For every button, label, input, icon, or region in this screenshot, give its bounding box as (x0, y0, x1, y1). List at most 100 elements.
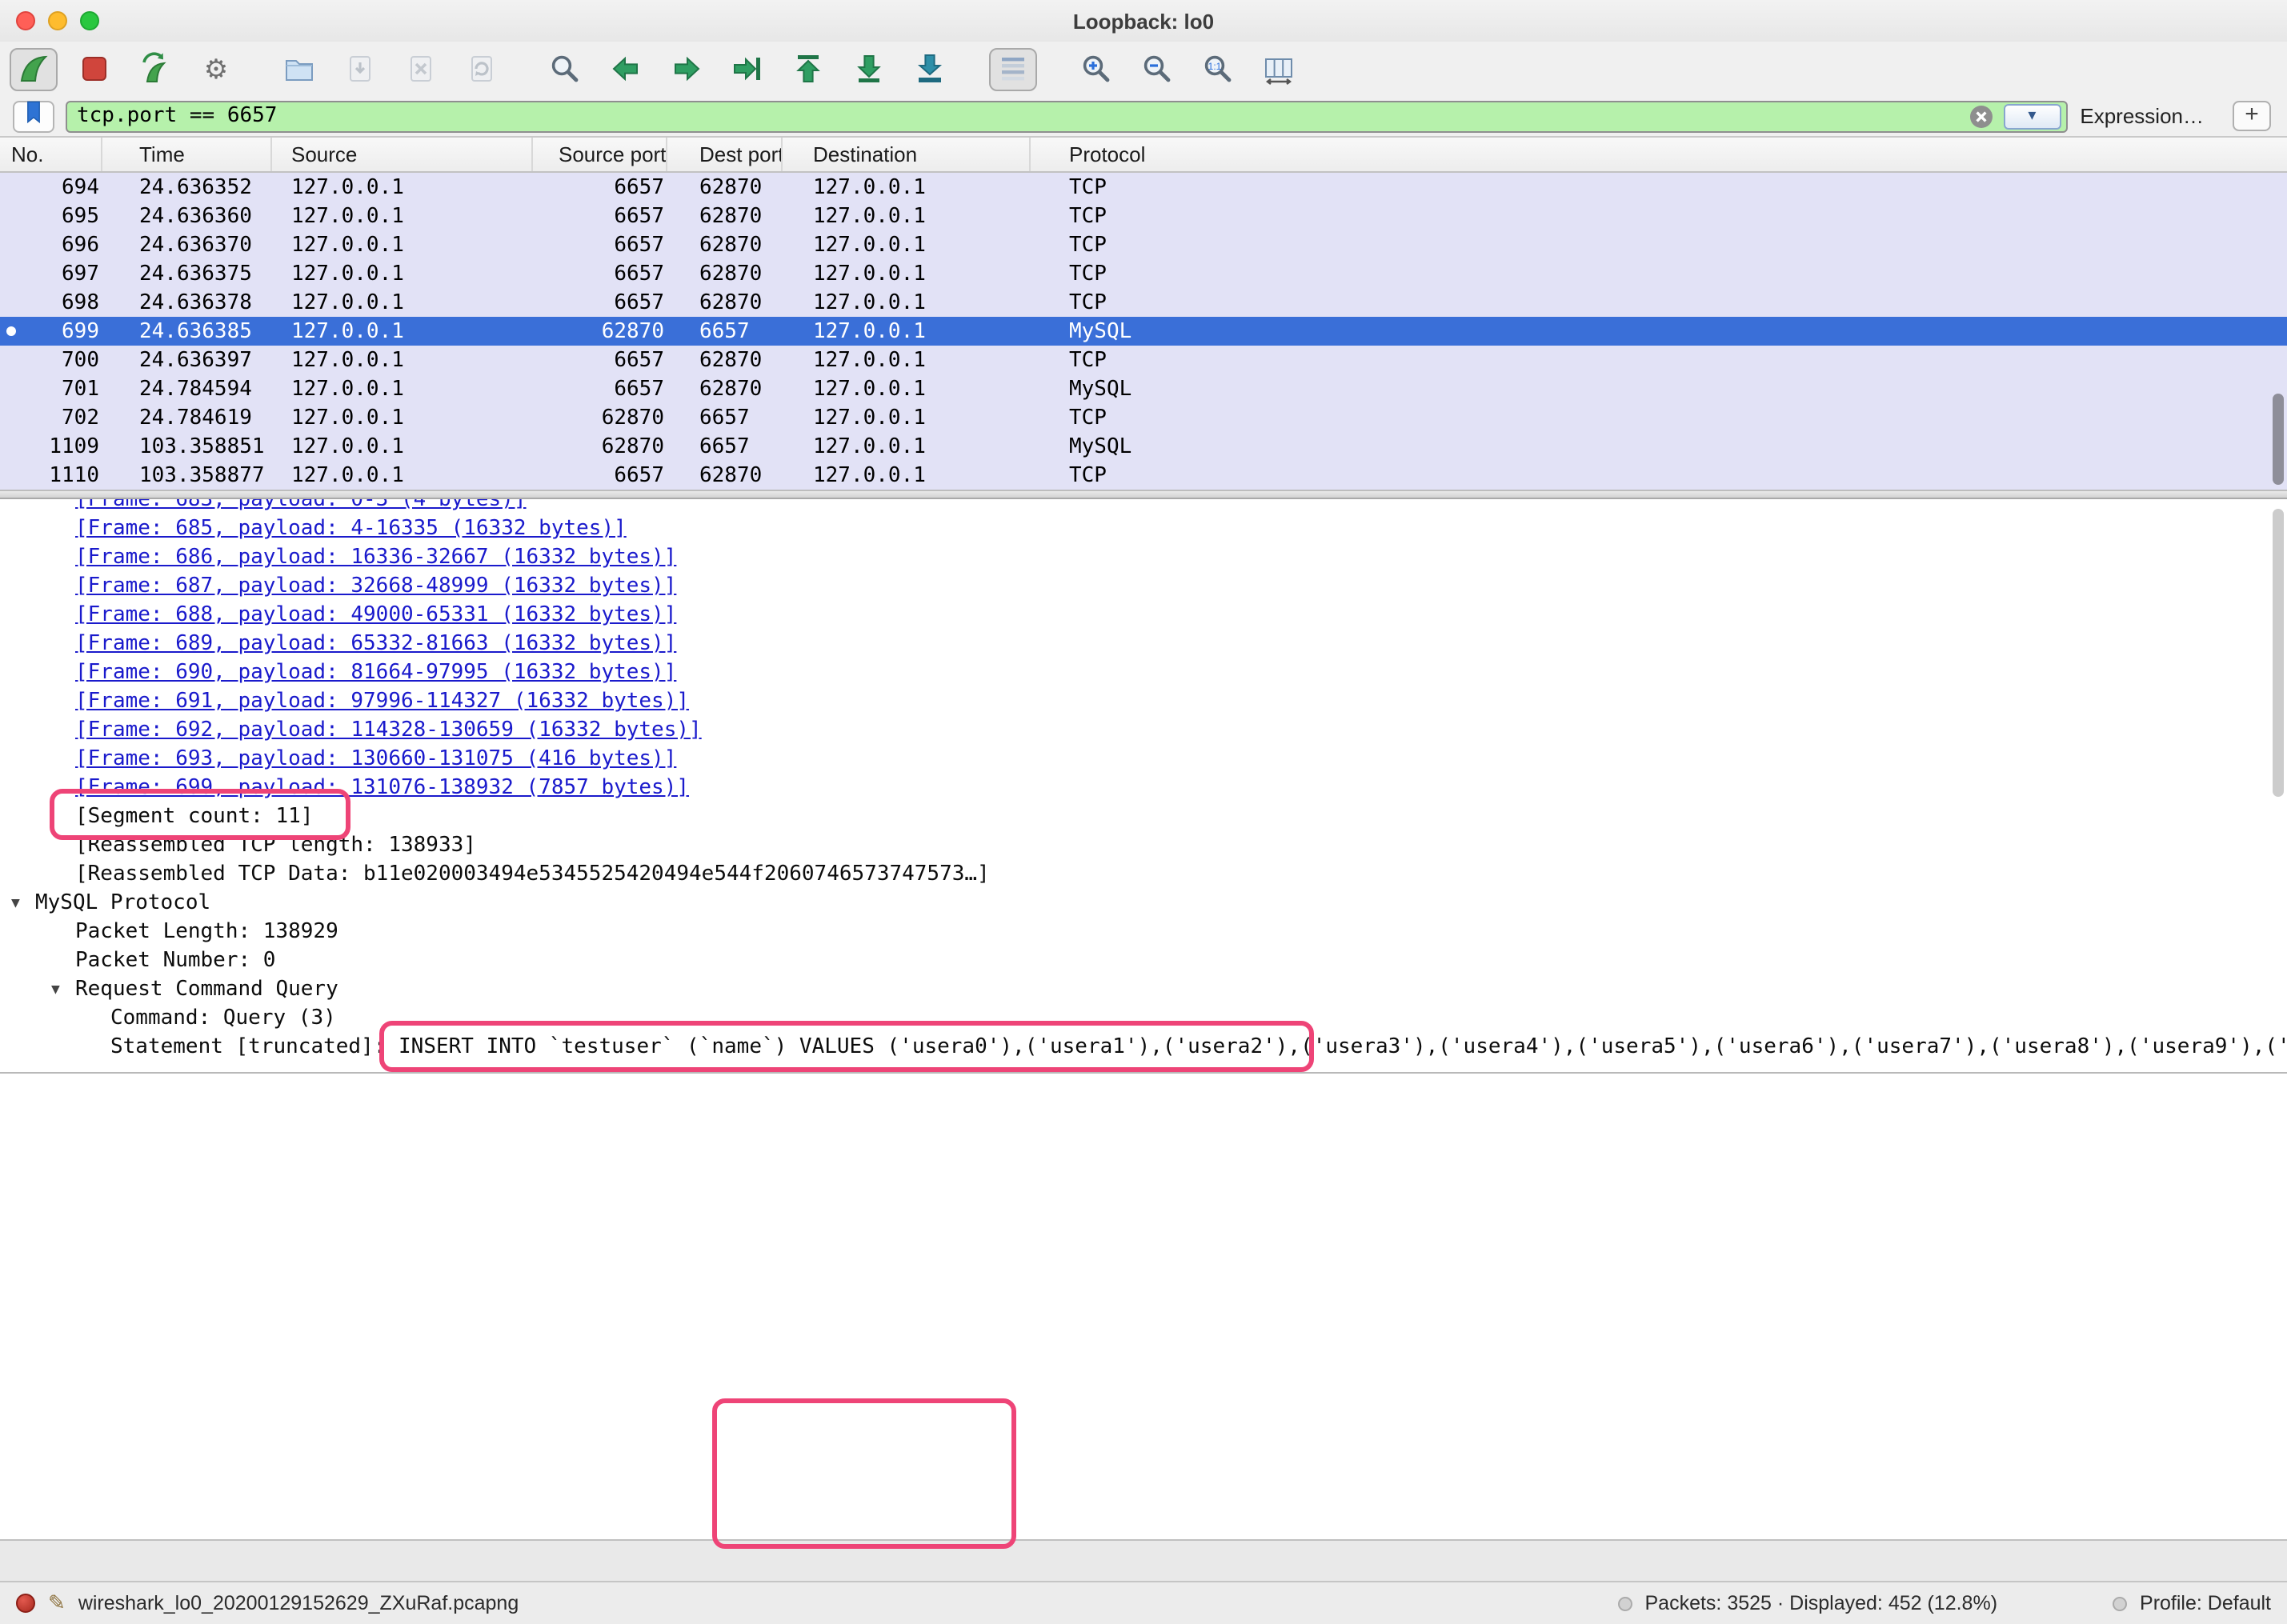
detail-line[interactable]: [Frame: 683, payload: 0-3 (4 bytes)] (0, 499, 2287, 515)
column-header-source[interactable]: Source (272, 138, 533, 171)
detail-line[interactable]: ▼MySQL Protocol (0, 890, 2287, 918)
packet-row[interactable]: 69724.636375127.0.0.1665762870127.0.0.1T… (0, 259, 2287, 288)
svg-text:1:1: 1:1 (1208, 61, 1222, 72)
first-packet-button[interactable] (784, 47, 832, 90)
expert-info-icon[interactable] (16, 1594, 35, 1613)
resize-columns-button[interactable] (1255, 47, 1303, 90)
filter-dropdown-button[interactable]: ▾ (2003, 103, 2061, 129)
packet-row[interactable]: 1109103.358851127.0.0.1628706657127.0.0.… (0, 432, 2287, 461)
detail-line[interactable]: Packet Length: 138929 (0, 918, 2287, 947)
next-packet-icon (669, 51, 704, 86)
selected-packet-marker-icon (6, 326, 16, 336)
open-file-button[interactable] (275, 47, 323, 90)
capture-options-button[interactable]: ⚙ (192, 47, 240, 90)
stop-capture-button[interactable] (70, 47, 118, 90)
detail-text: [Frame: 689, payload: 65332-81663 (16332… (0, 632, 676, 656)
detail-line[interactable]: [Frame: 693, payload: 130660-131075 (416… (0, 746, 2287, 774)
column-header-no[interactable]: No. (0, 138, 102, 171)
packet-list-scrollbar[interactable] (2273, 394, 2284, 485)
packet-row[interactable]: 70024.636397127.0.0.1665762870127.0.0.1T… (0, 346, 2287, 374)
detail-line[interactable]: [Frame: 692, payload: 114328-130659 (163… (0, 717, 2287, 746)
expression-button[interactable]: Expression… (2080, 104, 2204, 128)
column-header-destination[interactable]: Destination (783, 138, 1031, 171)
cell-dport: 6657 (667, 319, 783, 343)
cell-time: 24.784619 (102, 406, 272, 430)
packet-bytes-pane (0, 1072, 2287, 1539)
cell-dport: 62870 (667, 463, 783, 487)
close-window-button[interactable] (16, 11, 35, 30)
cell-dest: 127.0.0.1 (783, 406, 1031, 430)
display-filter-input[interactable]: tcp.port == 6657 ▾ (66, 100, 2067, 132)
goto-packet-button[interactable] (723, 47, 771, 90)
capture-comment-icon[interactable]: ✎ (48, 1590, 66, 1616)
status-bar: ✎ wireshark_lo0_20200129152629_ZXuRaf.pc… (0, 1581, 2287, 1624)
column-header-source-port[interactable]: Source port (533, 138, 667, 171)
detail-line[interactable]: [Reassembled TCP length: 138933] (0, 832, 2287, 861)
detail-line[interactable]: [Frame: 690, payload: 81664-97995 (16332… (0, 659, 2287, 688)
column-header-time[interactable]: Time (102, 138, 272, 171)
detail-line[interactable]: [Frame: 685, payload: 4-16335 (16332 byt… (0, 515, 2287, 544)
detail-line[interactable]: [Reassembled TCP Data: b11e020003494e534… (0, 861, 2287, 890)
packet-row[interactable]: 1110103.358877127.0.0.1665762870127.0.0.… (0, 461, 2287, 490)
close-file-button[interactable] (397, 47, 445, 90)
column-header-protocol[interactable]: Protocol (1031, 138, 2287, 171)
detail-text: [Frame: 693, payload: 130660-131075 (416… (0, 747, 676, 771)
cell-dest: 127.0.0.1 (783, 463, 1031, 487)
filter-bookmark-button[interactable] (13, 100, 54, 132)
cell-dest: 127.0.0.1 (783, 175, 1031, 199)
detail-line[interactable]: [Frame: 687, payload: 32668-48999 (16332… (0, 573, 2287, 602)
expander-icon[interactable]: ▼ (51, 976, 60, 1005)
packet-row[interactable]: 69824.636378127.0.0.1665762870127.0.0.1T… (0, 288, 2287, 317)
cell-no: 1110 (0, 463, 102, 487)
packet-count-summary: Packets: 3525 · Displayed: 452 (12.8%) (1645, 1592, 1998, 1614)
find-packet-button[interactable] (541, 47, 589, 90)
detail-line[interactable]: Packet Number: 0 (0, 947, 2287, 976)
packet-row[interactable]: 69524.636360127.0.0.1665762870127.0.0.1T… (0, 202, 2287, 230)
detail-text: [Segment count: 11] (0, 805, 313, 829)
start-capture-button[interactable] (10, 47, 58, 90)
cell-no: 696 (0, 233, 102, 257)
cell-dport: 62870 (667, 233, 783, 257)
zoom-in-button[interactable] (1072, 47, 1120, 90)
auto-scroll-icon (912, 51, 947, 86)
detail-line[interactable]: [Frame: 686, payload: 16336-32667 (16332… (0, 544, 2287, 573)
packet-row[interactable]: 70124.784594127.0.0.1665762870127.0.0.1M… (0, 374, 2287, 403)
detail-line[interactable]: [Frame: 689, payload: 65332-81663 (16332… (0, 630, 2287, 659)
detail-line[interactable]: Command: Query (3) (0, 1005, 2287, 1034)
profile-label[interactable]: Profile: Default (2140, 1592, 2271, 1614)
reload-file-button[interactable] (458, 47, 506, 90)
detail-line[interactable]: [Frame: 688, payload: 49000-65331 (16332… (0, 602, 2287, 630)
cell-sport: 6657 (533, 175, 667, 199)
zoom-out-button[interactable] (1133, 47, 1181, 90)
detail-line[interactable]: [Frame: 699, payload: 131076-138932 (785… (0, 774, 2287, 803)
status-separator-icon (1618, 1596, 1632, 1610)
detail-line[interactable]: ▼Request Command Query (0, 976, 2287, 1005)
cell-source: 127.0.0.1 (272, 319, 533, 343)
cell-dest: 127.0.0.1 (783, 262, 1031, 286)
cell-source: 127.0.0.1 (272, 348, 533, 372)
last-packet-button[interactable] (845, 47, 893, 90)
detail-line[interactable]: [Segment count: 11] (0, 803, 2287, 832)
pane-splitter[interactable] (0, 490, 2287, 499)
minimize-window-button[interactable] (48, 11, 67, 30)
colorize-button[interactable] (989, 47, 1037, 90)
detail-line[interactable]: [Frame: 691, payload: 97996-114327 (1633… (0, 688, 2287, 717)
packet-row[interactable]: 69924.636385127.0.0.1628706657127.0.0.1M… (0, 317, 2287, 346)
packet-row[interactable]: 69624.636370127.0.0.1665762870127.0.0.1T… (0, 230, 2287, 259)
packet-row[interactable]: 69424.636352127.0.0.1665762870127.0.0.1T… (0, 173, 2287, 202)
expander-icon[interactable]: ▼ (11, 890, 20, 918)
detail-line[interactable]: Statement [truncated]: INSERT INTO `test… (0, 1034, 2287, 1062)
save-file-icon (342, 51, 378, 86)
add-filter-button[interactable]: + (2233, 101, 2271, 131)
save-file-button[interactable] (336, 47, 384, 90)
next-packet-button[interactable] (663, 47, 711, 90)
cell-sport: 62870 (533, 406, 667, 430)
column-header-dest-port[interactable]: Dest port (667, 138, 783, 171)
restart-capture-button[interactable] (131, 47, 179, 90)
clear-filter-icon[interactable] (1968, 103, 1993, 129)
auto-scroll-button[interactable] (906, 47, 954, 90)
zoom-original-button[interactable]: 1:1 (1194, 47, 1242, 90)
packet-row[interactable]: 70224.784619127.0.0.1628706657127.0.0.1T… (0, 403, 2287, 432)
previous-packet-button[interactable] (602, 47, 650, 90)
zoom-window-button[interactable] (80, 11, 99, 30)
